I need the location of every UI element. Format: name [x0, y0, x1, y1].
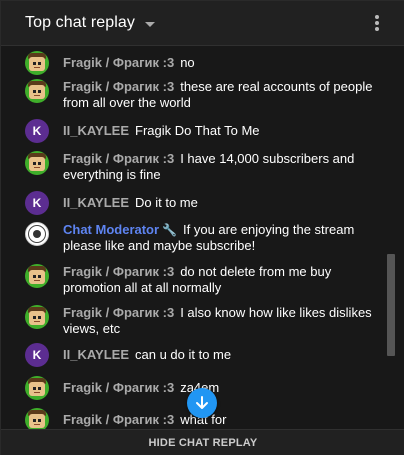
- avatar[interactable]: [25, 151, 49, 175]
- chat-panel: Top chat replay Fragik / Фрагик :3 no Fra…: [0, 0, 404, 455]
- avatar[interactable]: [25, 264, 49, 288]
- arrow-down-icon[interactable]: [187, 388, 217, 418]
- chat-header: Top chat replay: [1, 1, 404, 46]
- chat-message: K II_KAYLEE Fragik Do That To Me: [25, 119, 375, 143]
- chat-message: Fragik / Фрагик :3 do not delete from me …: [25, 264, 375, 296]
- avatar[interactable]: [25, 51, 49, 75]
- chat-mode-title: Top chat replay: [25, 14, 136, 31]
- message-text: no: [180, 55, 195, 70]
- message-author[interactable]: Fragik / Фрагик :3: [63, 79, 174, 94]
- chat-message: K II_KAYLEE Do it to me: [25, 191, 375, 215]
- more-vert-icon[interactable]: [372, 13, 382, 33]
- chat-message: Fragik / Фрагик :3 no: [25, 51, 375, 75]
- hide-chat-replay-button[interactable]: HIDE CHAT REPLAY: [1, 429, 404, 455]
- chat-scrollbar[interactable]: [387, 46, 395, 429]
- avatar[interactable]: [25, 408, 49, 429]
- hide-chat-replay-label: HIDE CHAT REPLAY: [148, 437, 258, 449]
- caret-down-icon: [145, 21, 156, 27]
- message-author[interactable]: II_KAYLEE: [63, 123, 129, 138]
- chat-message: Fragik / Фрагик :3 I also know how like l…: [25, 305, 375, 337]
- avatar[interactable]: K: [25, 119, 49, 143]
- avatar[interactable]: [25, 222, 49, 246]
- wrench-icon: 🔧: [162, 223, 178, 237]
- message-author[interactable]: Fragik / Фрагик :3: [63, 264, 174, 279]
- avatar[interactable]: K: [25, 191, 49, 215]
- avatar[interactable]: K: [25, 343, 49, 367]
- chat-message-list[interactable]: Fragik / Фрагик :3 no Fragik / Фрагик :3 t…: [1, 46, 404, 429]
- message-author[interactable]: Fragik / Фрагик :3: [63, 151, 174, 166]
- message-author[interactable]: Chat Moderator 🔧: [63, 222, 177, 237]
- message-text: Fragik Do That To Me: [135, 123, 260, 138]
- chat-message: Fragik / Фрагик :3 these are real account…: [25, 79, 375, 111]
- avatar[interactable]: [25, 305, 49, 329]
- avatar[interactable]: [25, 79, 49, 103]
- chat-message: Fragik / Фрагик :3 I have 14,000 subscrib…: [25, 151, 375, 183]
- scrollbar-thumb[interactable]: [387, 254, 395, 356]
- chat-message: Chat Moderator 🔧 If you are enjoying the s…: [25, 222, 375, 254]
- message-author[interactable]: II_KAYLEE: [63, 347, 129, 362]
- chat-mode-dropdown[interactable]: Top chat replay: [25, 14, 156, 32]
- message-author[interactable]: II_KAYLEE: [63, 195, 129, 210]
- message-text: Do it to me: [135, 195, 198, 210]
- avatar[interactable]: [25, 376, 49, 400]
- message-author[interactable]: Fragik / Фрагик :3: [63, 55, 174, 70]
- message-author[interactable]: Fragik / Фрагик :3: [63, 412, 174, 427]
- message-text: can u do it to me: [135, 347, 232, 362]
- chat-message: K II_KAYLEE can u do it to me: [25, 343, 375, 367]
- message-author[interactable]: Fragik / Фрагик :3: [63, 305, 174, 320]
- message-author[interactable]: Fragik / Фрагик :3: [63, 380, 174, 395]
